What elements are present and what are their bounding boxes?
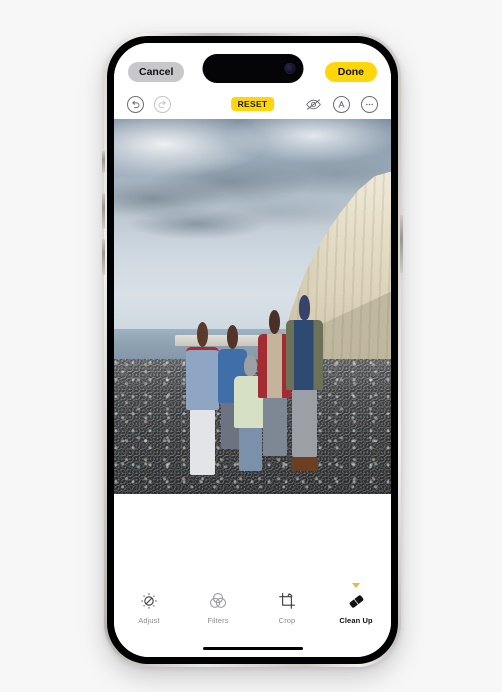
subject-girl-denim — [186, 321, 220, 475]
tool-crop-label: Crop — [278, 616, 296, 625]
editor-tool-row: RESET — [114, 89, 391, 119]
circle-a-glyph-icon — [338, 100, 345, 108]
action-button[interactable] — [102, 151, 105, 173]
redo-icon[interactable] — [154, 95, 171, 113]
front-camera-icon — [284, 63, 295, 74]
more-options-icon[interactable] — [361, 95, 378, 113]
tool-filters-label: Filters — [207, 616, 229, 625]
editor-bottom-toolbar: Adjust Filters Crop Clean Up — [114, 582, 391, 657]
tool-adjust-label: Adjust — [138, 616, 160, 625]
phone-screen: Cancel Done RESET Adjust Filters Crop Cl… — [114, 43, 391, 657]
selected-indicator-triangle-icon — [352, 583, 360, 588]
phone-frame: Cancel Done RESET Adjust Filters Crop Cl… — [102, 33, 403, 667]
eye-slash-icon[interactable] — [305, 96, 322, 113]
redo-arrow-icon — [158, 100, 166, 108]
dynamic-island — [202, 54, 303, 83]
reset-button[interactable]: RESET — [230, 96, 275, 112]
tool-adjust[interactable]: Adjust — [125, 590, 173, 625]
volume-down-button[interactable] — [102, 239, 105, 275]
home-indicator[interactable] — [202, 646, 303, 650]
phone-bezel: Cancel Done RESET Adjust Filters Crop Cl… — [107, 36, 398, 664]
right-tool-group — [305, 95, 378, 113]
undo-icon[interactable] — [127, 95, 144, 113]
ellipsis-glyph-icon — [366, 103, 373, 105]
photo-bottom-spacer — [114, 494, 391, 568]
tool-filters[interactable]: Filters — [194, 590, 242, 625]
tool-clean-up-label: Clean Up — [339, 616, 373, 625]
eye-slash-glyph-icon — [306, 98, 321, 110]
done-button[interactable]: Done — [324, 61, 377, 83]
photo-canvas[interactable] — [114, 119, 391, 494]
volume-up-button[interactable] — [102, 193, 105, 229]
cancel-button[interactable]: Cancel — [128, 61, 185, 83]
tool-clean-up[interactable]: Clean Up — [332, 583, 380, 625]
edited-photo — [114, 119, 391, 494]
tool-crop[interactable]: Crop — [263, 590, 311, 625]
crop-rotate-icon — [277, 590, 297, 612]
markup-auto-icon[interactable] — [333, 95, 350, 113]
power-button[interactable] — [400, 215, 403, 273]
overlapping-circles-icon — [208, 590, 228, 612]
eraser-icon — [346, 590, 367, 612]
undo-arrow-icon — [132, 100, 140, 108]
subject-man-vest — [285, 295, 324, 472]
brightness-dial-icon — [139, 590, 159, 612]
